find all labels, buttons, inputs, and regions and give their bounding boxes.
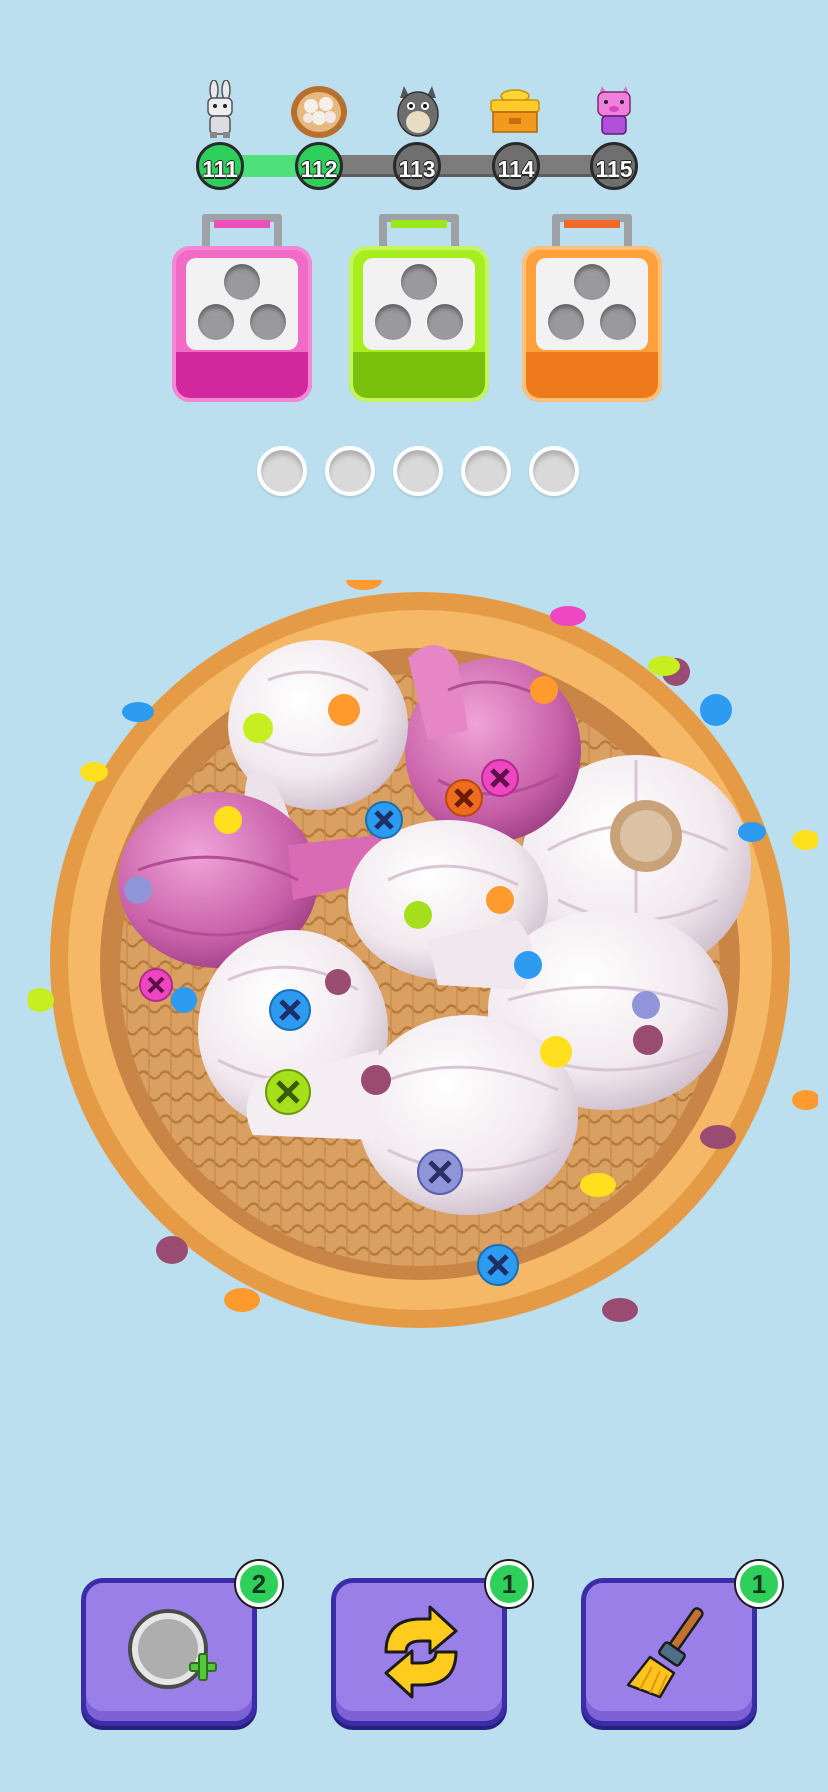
broom-count-badge: 1 bbox=[736, 1561, 782, 1607]
box-screw-hole bbox=[198, 304, 234, 340]
totoro-icon bbox=[397, 86, 439, 137]
screw[interactable] bbox=[361, 1065, 391, 1095]
level-node-115: 115 bbox=[590, 142, 638, 190]
screw[interactable] bbox=[633, 1025, 663, 1055]
screw[interactable] bbox=[417, 1149, 463, 1195]
box-body bbox=[522, 246, 662, 402]
broom-icon bbox=[626, 1607, 704, 1699]
screw[interactable] bbox=[514, 951, 542, 979]
level-node-114: 114 bbox=[492, 142, 540, 190]
box-screw-hole bbox=[375, 304, 411, 340]
lime-screw-box bbox=[349, 210, 489, 405]
box-window bbox=[536, 258, 648, 350]
screw[interactable] bbox=[445, 779, 483, 817]
box-screw-hole bbox=[600, 304, 636, 340]
screw[interactable] bbox=[700, 694, 732, 726]
screw[interactable] bbox=[269, 989, 311, 1031]
box-body bbox=[349, 246, 489, 402]
box-handle-color bbox=[391, 220, 447, 228]
screw[interactable] bbox=[540, 1036, 572, 1068]
box-window bbox=[186, 258, 298, 350]
gold-ingot-icon bbox=[490, 89, 540, 133]
add-slot-count-badge: 2 bbox=[236, 1561, 282, 1607]
screw[interactable] bbox=[328, 694, 360, 726]
screw[interactable] bbox=[404, 901, 432, 929]
screw[interactable] bbox=[124, 876, 152, 904]
screw[interactable] bbox=[477, 1244, 519, 1286]
dumpling-basket-icon bbox=[291, 86, 347, 138]
bunny-icon bbox=[207, 80, 233, 138]
wicker-basket bbox=[28, 580, 818, 1328]
box-screw-hole bbox=[250, 304, 286, 340]
box-screw-hole bbox=[574, 264, 610, 300]
add-hole-icon bbox=[128, 1609, 217, 1689]
holding-slot-5[interactable] bbox=[529, 446, 579, 496]
screw[interactable] bbox=[171, 987, 197, 1013]
level-node-112: 112 bbox=[295, 142, 343, 190]
holding-slot-2[interactable] bbox=[325, 446, 375, 496]
box-handle-color bbox=[214, 220, 270, 228]
screw[interactable] bbox=[486, 886, 514, 914]
holding-slot-4[interactable] bbox=[461, 446, 511, 496]
pink-screw-box bbox=[172, 210, 312, 405]
level-progress: 111 112 113 114 115 bbox=[0, 0, 828, 200]
screw[interactable] bbox=[243, 713, 273, 743]
broom-button[interactable]: 1 bbox=[581, 1561, 782, 1726]
box-screw-hole bbox=[401, 264, 437, 300]
shuffle-count-badge: 1 bbox=[486, 1561, 532, 1607]
level-node-113: 113 bbox=[393, 142, 441, 190]
box-body bbox=[172, 246, 312, 402]
screw[interactable] bbox=[325, 969, 351, 995]
holding-slot-3[interactable] bbox=[393, 446, 443, 496]
orange-screw-box bbox=[522, 210, 662, 405]
box-screw-hole bbox=[427, 304, 463, 340]
add-slot-button[interactable]: 2 bbox=[81, 1561, 282, 1726]
screw[interactable] bbox=[530, 676, 558, 704]
pig-icon bbox=[597, 86, 631, 135]
box-screw-hole bbox=[224, 264, 260, 300]
box-handle-color bbox=[564, 220, 620, 228]
box-screw-hole bbox=[548, 304, 584, 340]
screw[interactable] bbox=[632, 991, 660, 1019]
box-window bbox=[363, 258, 475, 350]
screw[interactable] bbox=[214, 806, 242, 834]
level-node-111: 111 bbox=[196, 142, 244, 190]
screw[interactable] bbox=[365, 801, 403, 839]
shuffle-arrows-icon bbox=[384, 1605, 458, 1699]
screw[interactable] bbox=[481, 759, 519, 797]
screw[interactable] bbox=[265, 1069, 311, 1115]
shuffle-button[interactable]: 1 bbox=[331, 1561, 532, 1726]
screw[interactable] bbox=[139, 968, 173, 1002]
holding-slot-1[interactable] bbox=[257, 446, 307, 496]
